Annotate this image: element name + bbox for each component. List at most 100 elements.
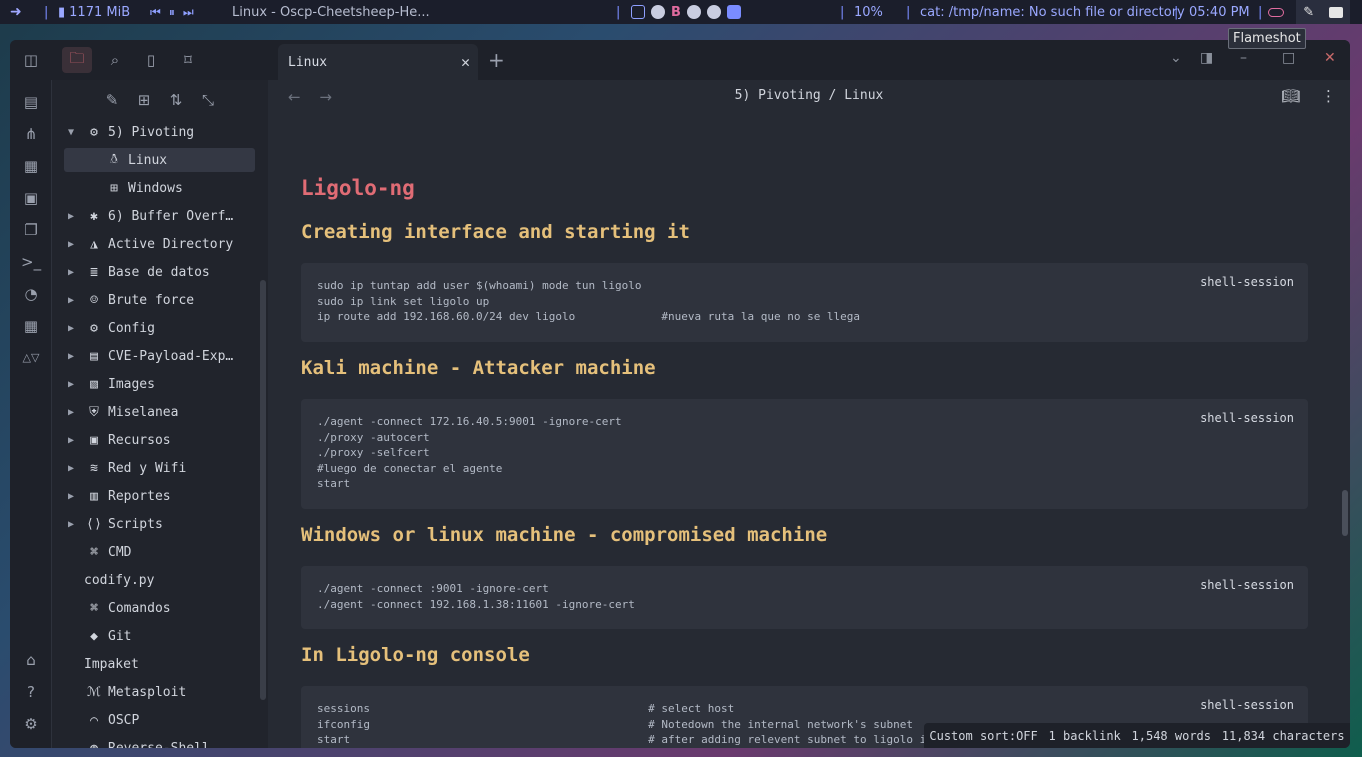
chevron-right-icon[interactable]: ▶ [68, 351, 84, 362]
reading-view-icon[interactable]: 📖︎ [1281, 87, 1300, 105]
tree-item[interactable]: ⌒ OSCP [52, 708, 262, 732]
right-sidebar-icon[interactable]: ◨ [1200, 50, 1213, 66]
paw-icon[interactable] [686, 5, 701, 19]
tree-item-label: Metasploit [108, 684, 187, 700]
chevron-right-icon[interactable]: ▶ [68, 491, 84, 502]
terminal-icon[interactable] [631, 5, 645, 19]
tree-item[interactable]: codify.py [52, 568, 262, 592]
chevron-right-icon[interactable]: ▶ [68, 267, 84, 278]
tree-item[interactable]: 🐧︎ Linux [64, 148, 255, 172]
chevron-right-icon[interactable]: ▶ [68, 295, 84, 306]
tree-item[interactable]: ▶ ☺ Brute force [52, 288, 262, 312]
chevron-down-icon[interactable]: ▼ [68, 127, 84, 138]
tab-linux[interactable]: Linux ✕ [278, 44, 478, 80]
window-icon[interactable] [1328, 6, 1343, 18]
chevron-right-icon[interactable]: ▶ [68, 519, 84, 530]
box-icon: ▣ [90, 432, 98, 448]
chevron-right-icon[interactable]: ▶ [68, 407, 84, 418]
windows-icon: ⊞ [110, 180, 118, 196]
tree-item[interactable]: ⌘ Comandos [52, 596, 262, 620]
editor-scrollbar[interactable] [1342, 490, 1348, 536]
tree-item[interactable]: ▶ ≋ Red y Wifi [52, 456, 262, 480]
media-pause-icon[interactable]: ⏸ [169, 5, 175, 20]
message-widget: cat: /tmp/name: No such file or director… [920, 4, 1185, 20]
bold-b-icon[interactable]: B [671, 5, 681, 20]
arch-logo-icon[interactable]: ➜ [10, 0, 22, 24]
sidebar-toggle-icon[interactable]: ◫ [21, 50, 41, 70]
status-backlinks[interactable]: 1 backlink [1049, 729, 1121, 743]
help-icon[interactable]: ? [21, 682, 41, 702]
open-quick-switcher-icon[interactable]: ▤ [21, 92, 41, 112]
tree-item[interactable]: ▶ ≣ Base de datos [52, 260, 262, 284]
minimize-icon[interactable]: – [1240, 50, 1247, 66]
shapes-icon[interactable]: △▽ [21, 348, 41, 368]
sidebar-scrollbar[interactable] [260, 280, 266, 700]
calendar-icon[interactable]: ▣ [21, 188, 41, 208]
table-icon[interactable]: ▦ [21, 316, 41, 336]
tree-item[interactable]: ⊞ Windows [52, 176, 262, 200]
report-icon: ▥ [90, 488, 98, 504]
code-block[interactable]: sudo ip tuntap add user $(whoami) mode t… [301, 263, 1308, 342]
page-icon[interactable]: ▯ [141, 50, 161, 70]
tree-item[interactable]: Impaket [52, 652, 262, 676]
browser-icon[interactable] [651, 5, 665, 19]
window-close-icon[interactable]: ✕ [1324, 50, 1336, 66]
spotify-icon[interactable] [706, 5, 721, 19]
chevron-right-icon[interactable]: ▶ [68, 211, 84, 222]
tree-item[interactable]: ▶ ⚙ Config [52, 316, 262, 340]
tree-item-label: Reverse-Shell [108, 740, 210, 749]
vault-icon[interactable]: ⌂ [21, 650, 41, 670]
tree-item[interactable]: ▶ ⟨⟩ Scripts [52, 512, 262, 536]
search-icon[interactable]: ⌕ [105, 50, 125, 70]
editor-pane: ← → 5) Pivoting / Linux 📖︎ ⋮ Ligolo-ng C… [268, 80, 1350, 748]
chevron-right-icon[interactable]: ▶ [68, 435, 84, 446]
tree-item[interactable]: ▼ ⚙ 5) Pivoting [52, 120, 262, 144]
tree-item[interactable]: ⌘ CMD [52, 540, 262, 564]
globe-icon: ◍ [90, 740, 98, 749]
graph-view-icon[interactable]: ⋔ [21, 124, 41, 144]
maximize-icon[interactable]: □ [1282, 50, 1295, 66]
tree-item-label: Miselanea [108, 404, 179, 420]
tree-item[interactable]: ▶ ⛨ Miselanea [52, 400, 262, 424]
tree-item[interactable]: ▶ ▧ Images [52, 372, 262, 396]
templates-icon[interactable]: ❐ [21, 220, 41, 240]
chevron-down-icon[interactable]: ⌄ [1170, 50, 1182, 66]
canvas-icon[interactable]: ▦ [21, 156, 41, 176]
flameshot-icon[interactable]: ✎ [1303, 5, 1314, 20]
ad-icon: ◮ [90, 236, 98, 252]
chevron-right-icon[interactable]: ▶ [68, 463, 84, 474]
timer-icon[interactable]: ◔ [21, 284, 41, 304]
folder-icon[interactable] [726, 5, 741, 19]
active-window-title: Linux - Oscp-Cheetsheep-He... [232, 4, 430, 20]
collapse-all-icon[interactable]: ⤡ [198, 90, 218, 110]
chevron-right-icon[interactable]: ▶ [68, 323, 84, 334]
tree-item[interactable]: ▶ ▣ Recursos [52, 428, 262, 452]
toggle-icon[interactable] [1268, 0, 1284, 24]
status-sort[interactable]: Custom sort:OFF [929, 729, 1037, 743]
tree-item[interactable]: ▶ ◮ Active Directory [52, 232, 262, 256]
tree-item[interactable]: ◆ Git [52, 624, 262, 648]
media-next-icon[interactable]: ⏭ [183, 5, 194, 20]
tree-item[interactable]: ▶ ✱ 6) Buffer Overf… [52, 204, 262, 228]
sort-icon[interactable]: ⇅ [166, 90, 186, 110]
chevron-right-icon[interactable]: ▶ [68, 239, 84, 250]
code-block[interactable]: ./agent -connect :9001 -ignore-cert ./age… [301, 566, 1308, 630]
chevron-right-icon[interactable]: ▶ [68, 379, 84, 390]
memory-value: 1171 MiB [69, 4, 131, 20]
close-icon[interactable]: ✕ [461, 53, 470, 71]
tree-item[interactable]: ▶ ▤ CVE-Payload-Exp… [52, 344, 262, 368]
tree-item[interactable]: ◍ Reverse-Shell [52, 736, 262, 749]
new-tab-icon[interactable]: + [488, 48, 505, 72]
tree-item[interactable]: ▶ ▥ Reportes [52, 484, 262, 508]
settings-icon[interactable]: ⚙ [21, 714, 41, 734]
code-block[interactable]: ./agent -connect 172.16.40.5:9001 -ignor… [301, 399, 1308, 509]
terminal-icon[interactable]: >_ [21, 252, 41, 272]
new-note-icon[interactable]: ✎ [102, 90, 122, 110]
more-options-icon[interactable]: ⋮ [1321, 87, 1336, 105]
media-prev-icon[interactable]: ⏮ [150, 5, 161, 20]
bookmark-icon[interactable]: ⌑ [178, 50, 198, 70]
tree-item-label: Recursos [108, 432, 171, 448]
tree-item[interactable]: ℳ Metasploit [52, 680, 262, 704]
file-explorer-icon[interactable]: 🗀 [62, 47, 92, 73]
new-folder-icon[interactable]: ⊞ [134, 90, 154, 110]
